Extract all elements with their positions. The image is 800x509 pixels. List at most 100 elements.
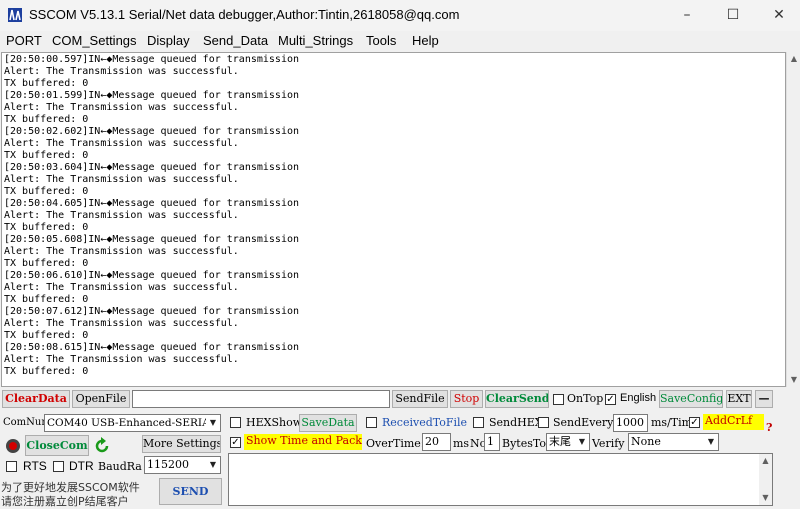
open-file-button[interactable]: OpenFile: [72, 390, 130, 408]
baud-rate-value: 115200: [147, 458, 189, 471]
log-line: TX buffered: 0: [4, 150, 89, 161]
no-input[interactable]: 1: [484, 433, 500, 451]
promo-text-line2[interactable]: 请您注册嘉立创P结尾客户: [1, 493, 129, 509]
log-line: [20:50:03.604]IN←◆Message queued for tra…: [4, 162, 300, 173]
send-scrollbar[interactable]: ▲ ▼: [759, 454, 772, 505]
menu-multi-strings[interactable]: Multi_Strings: [278, 33, 353, 48]
dtr-label: DTR: [69, 459, 94, 473]
collapse-button[interactable]: —: [755, 390, 773, 408]
chevron-down-icon: ▼: [704, 434, 718, 450]
log-line: Alert: The Transmission was successful.: [4, 210, 239, 221]
log-line: Alert: The Transmission was successful.: [4, 354, 239, 365]
rts-label: RTS: [23, 459, 47, 473]
log-line: [20:50:08.615]IN←◆Message queued for tra…: [4, 342, 300, 353]
overtime-label: OverTime:: [366, 437, 425, 450]
menu-send-data[interactable]: Send_Data: [203, 33, 268, 48]
scroll-down-icon[interactable]: ▼: [787, 373, 800, 387]
verify-value: None: [631, 435, 661, 448]
refresh-icon[interactable]: [93, 437, 111, 455]
received-to-file-label: ReceivedToFile: [382, 416, 468, 429]
send-hex-checkbox[interactable]: [473, 417, 484, 428]
sscom-app-icon: [8, 8, 22, 22]
log-line: TX buffered: 0: [4, 222, 89, 233]
help-question-icon[interactable]: ?: [766, 421, 772, 434]
scroll-up-icon[interactable]: ▲: [787, 52, 800, 66]
window-title: SSCOM V5.13.1 Serial/Net data debugger,A…: [29, 7, 460, 22]
rts-checkbox[interactable]: [6, 461, 17, 472]
send-text-input[interactable]: [228, 453, 773, 506]
receive-log[interactable]: [20:50:00.597]IN←◆Message queued for tra…: [1, 52, 786, 387]
clear-data-button[interactable]: ClearData: [2, 390, 70, 408]
verify-label: Verify: [592, 437, 625, 450]
log-line: Alert: The Transmission was successful.: [4, 66, 239, 77]
save-data-button[interactable]: SaveData: [299, 414, 357, 432]
menu-com-settings[interactable]: COM_Settings: [52, 33, 137, 48]
port-status-icon: [6, 439, 20, 453]
add-crlf-label: AddCrLf: [703, 414, 764, 430]
log-line: Alert: The Transmission was successful.: [4, 102, 239, 113]
log-line: [20:50:00.597]IN←◆Message queued for tra…: [4, 54, 300, 65]
maximize-button[interactable]: ☐: [710, 0, 756, 31]
log-line: [20:50:04.605]IN←◆Message queued for tra…: [4, 198, 300, 209]
bytes-to-select[interactable]: 末尾 ▼: [546, 433, 590, 451]
log-line: Alert: The Transmission was successful.: [4, 318, 239, 329]
log-line: [20:50:02.602]IN←◆Message queued for tra…: [4, 126, 300, 137]
log-line: TX buffered: 0: [4, 258, 89, 269]
log-line: TX buffered: 0: [4, 294, 89, 305]
chevron-down-icon: ▼: [206, 457, 220, 473]
on-top-checkbox[interactable]: [553, 394, 564, 405]
send-file-button[interactable]: SendFile: [392, 390, 448, 408]
log-line: TX buffered: 0: [4, 366, 89, 377]
overtime-unit-label: ms: [453, 437, 470, 450]
english-checkbox[interactable]: ✓: [605, 394, 616, 405]
minimize-button[interactable]: –: [664, 0, 710, 31]
log-line: Alert: The Transmission was successful.: [4, 246, 239, 257]
com-port-select[interactable]: COM40 USB-Enhanced-SERIAL C ▼: [44, 414, 221, 432]
log-line: [20:50:05.608]IN←◆Message queued for tra…: [4, 234, 300, 245]
menu-display[interactable]: Display: [147, 33, 190, 48]
scroll-down-icon[interactable]: ▼: [759, 491, 772, 505]
stop-button[interactable]: Stop: [450, 390, 483, 408]
clear-send-button[interactable]: ClearSend: [485, 390, 549, 408]
save-config-button[interactable]: SaveConfig: [659, 390, 723, 408]
overtime-input[interactable]: 20: [422, 433, 451, 451]
menu-tools[interactable]: Tools: [366, 33, 396, 48]
show-time-label: Show Time and Packe: [244, 434, 362, 450]
send-every-checkbox[interactable]: [538, 417, 549, 428]
log-line: [20:50:01.599]IN←◆Message queued for tra…: [4, 90, 300, 101]
bytes-to-value: 末尾: [549, 435, 571, 448]
log-line: TX buffered: 0: [4, 78, 89, 89]
log-line: Alert: The Transmission was successful.: [4, 138, 239, 149]
received-to-file-checkbox[interactable]: [366, 417, 377, 428]
menu-port[interactable]: PORT: [6, 33, 42, 48]
hex-show-label: HEXShow: [246, 416, 303, 429]
log-line: TX buffered: 0: [4, 186, 89, 197]
send-every-label: SendEvery:: [553, 416, 618, 429]
chevron-down-icon: ▼: [575, 434, 589, 450]
log-line: [20:50:06.610]IN←◆Message queued for tra…: [4, 270, 300, 281]
close-com-button[interactable]: CloseCom: [25, 435, 89, 456]
log-line: TX buffered: 0: [4, 330, 89, 341]
show-time-checkbox[interactable]: ✓: [230, 437, 241, 448]
send-button[interactable]: SEND: [159, 478, 222, 505]
hex-show-checkbox[interactable]: [230, 417, 241, 428]
baud-rate-select[interactable]: 115200 ▼: [144, 456, 221, 474]
log-line: Alert: The Transmission was successful.: [4, 174, 239, 185]
log-scrollbar[interactable]: ▲ ▼: [786, 52, 800, 387]
ext-button[interactable]: EXT: [726, 390, 752, 408]
menu-bar: PORT COM_Settings Display Send_Data Mult…: [0, 31, 800, 52]
more-settings-button[interactable]: More Settings: [142, 435, 221, 453]
log-line: TX buffered: 0: [4, 114, 89, 125]
chevron-down-icon: ▼: [206, 415, 220, 431]
scroll-up-icon[interactable]: ▲: [759, 454, 772, 468]
log-line: Alert: The Transmission was successful.: [4, 282, 239, 293]
dtr-checkbox[interactable]: [53, 461, 64, 472]
send-interval-input[interactable]: 1000: [613, 414, 648, 432]
add-crlf-checkbox[interactable]: ✓: [689, 417, 700, 428]
verify-select[interactable]: None ▼: [628, 433, 719, 451]
on-top-label: OnTop: [567, 392, 604, 405]
menu-help[interactable]: Help: [412, 33, 439, 48]
file-path-input[interactable]: [132, 390, 390, 408]
log-line: [20:50:07.612]IN←◆Message queued for tra…: [4, 306, 300, 317]
close-button[interactable]: ✕: [756, 0, 800, 31]
